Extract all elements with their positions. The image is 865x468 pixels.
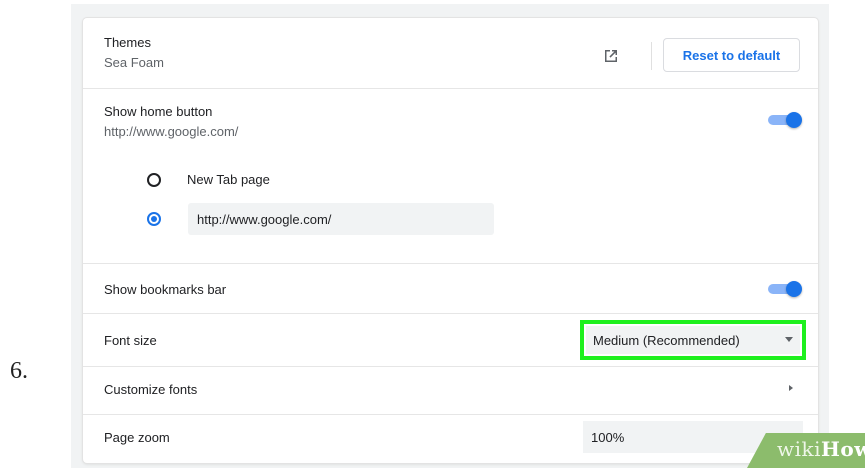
customize-fonts-label[interactable]: Customize fonts [104,382,197,397]
dropdown-arrow-icon [785,337,793,342]
themes-value: Sea Foam [104,55,164,70]
bookmarks-bar-toggle[interactable] [768,281,804,297]
chevron-right-icon[interactable] [789,385,793,391]
toggle-knob [786,112,802,128]
vertical-separator [651,42,652,70]
new-tab-page-label: New Tab page [187,172,270,187]
divider [83,88,818,89]
home-url-input[interactable]: http://www.google.com/ [188,203,494,235]
open-in-new-icon[interactable] [603,48,619,64]
themes-label: Themes [104,35,151,50]
divider [83,263,818,264]
divider [83,366,818,367]
home-button-url: http://www.google.com/ [104,124,239,139]
step-number: 6. [10,358,28,384]
home-button-label: Show home button [104,104,213,119]
page-zoom-label: Page zoom [104,430,170,445]
divider [83,313,818,314]
home-button-toggle[interactable] [768,112,804,128]
font-size-select[interactable]: Medium (Recommended) [586,326,800,354]
watermark-wiki: wiki [777,437,822,461]
new-tab-page-radio[interactable] [147,173,161,187]
reset-to-default-button[interactable]: Reset to default [663,38,800,72]
appearance-settings-card: Themes Sea Foam Reset to default Show ho… [83,18,818,463]
bookmarks-bar-label: Show bookmarks bar [104,282,227,297]
toggle-knob [786,281,802,297]
font-size-label: Font size [104,333,157,348]
font-size-selected-value: Medium (Recommended) [593,332,740,348]
wikihow-watermark: wikiHow [777,437,865,461]
watermark-how: How [821,437,865,461]
divider [83,414,818,415]
custom-url-radio[interactable] [147,212,161,226]
